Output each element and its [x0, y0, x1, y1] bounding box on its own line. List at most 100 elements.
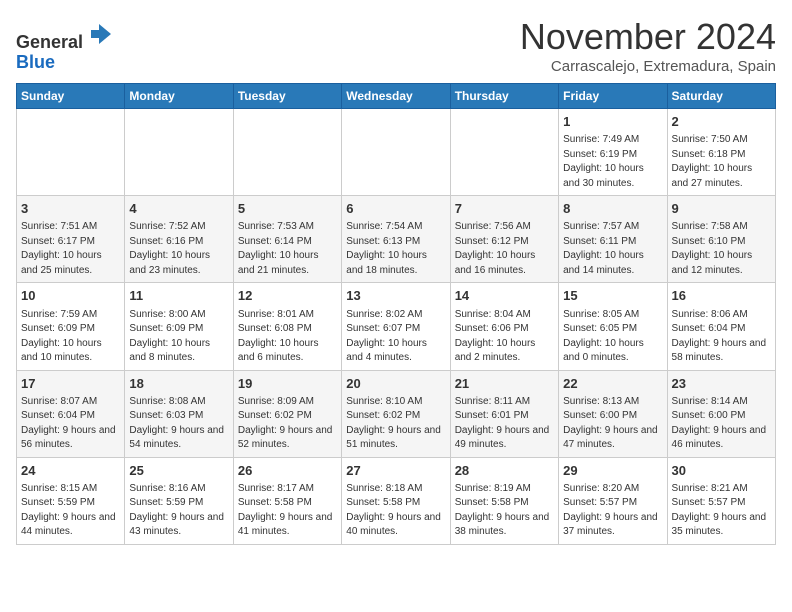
calendar-title: November 2024 — [520, 16, 776, 58]
day-cell: 19 Sunrise: 8:09 AMSunset: 6:02 PMDayligh… — [233, 370, 341, 457]
day-cell: 11Sunrise: 8:00 AMSunset: 6:09 PMDayligh… — [125, 283, 233, 370]
day-cell — [17, 109, 125, 196]
day-cell: 15 Sunrise: 8:05 AMSunset: 6:05 PMDayligh… — [559, 283, 667, 370]
day-info: Sunrise: 7:56 AMSunset: 6:12 PMDaylight:… — [455, 220, 554, 278]
day-info: Sunrise: 8:08 AMSunset: 6:03 PMDaylight:… — [129, 395, 228, 453]
header-wednesday: Wednesday — [342, 84, 450, 109]
day-number: 8 — [563, 200, 662, 218]
header-friday: Friday — [559, 84, 667, 109]
day-number: 20 — [346, 375, 445, 393]
day-cell: 9Sunrise: 7:58 AMSunset: 6:10 PMDaylight… — [667, 196, 775, 283]
day-cell: 12 Sunrise: 8:01 AMSunset: 6:08 PMDayligh… — [233, 283, 341, 370]
day-cell: 2 Sunrise: 7:50 AMSunset: 6:18 PMDaylight… — [667, 109, 775, 196]
day-info: Sunrise: 7:51 AMSunset: 6:17 PMDaylight:… — [21, 220, 120, 278]
day-cell: 10 Sunrise: 7:59 AMSunset: 6:09 PMDayligh… — [17, 283, 125, 370]
day-number: 4 — [129, 200, 228, 218]
day-info: Sunrise: 8:09 AMSunset: 6:02 PMDaylight:… — [238, 395, 337, 453]
day-info: Sunrise: 7:52 AMSunset: 6:16 PMDaylight:… — [129, 220, 228, 278]
day-cell: 25Sunrise: 8:16 AMSunset: 5:59 PMDayligh… — [125, 457, 233, 544]
day-cell: 22Sunrise: 8:13 AMSunset: 6:00 PMDayligh… — [559, 370, 667, 457]
day-cell: 7 Sunrise: 7:56 AMSunset: 6:12 PMDaylight… — [450, 196, 558, 283]
day-cell: 24Sunrise: 8:15 AMSunset: 5:59 PMDayligh… — [17, 457, 125, 544]
day-info: Sunrise: 7:59 AMSunset: 6:09 PMDaylight:… — [21, 308, 120, 366]
day-number: 23 — [672, 375, 771, 393]
week-row-3: 17 Sunrise: 8:07 AMSunset: 6:04 PMDayligh… — [17, 370, 776, 457]
day-info: Sunrise: 8:21 AMSunset: 5:57 PMDaylight:… — [672, 482, 771, 540]
calendar-header: SundayMondayTuesdayWednesdayThursdayFrid… — [17, 84, 776, 109]
day-info: Sunrise: 8:13 AMSunset: 6:00 PMDaylight:… — [563, 395, 662, 453]
day-info: Sunrise: 8:18 AMSunset: 5:58 PMDaylight:… — [346, 482, 445, 540]
calendar-table: SundayMondayTuesdayWednesdayThursdayFrid… — [16, 83, 776, 545]
calendar-subtitle: Carrascalejo, Extremadura, Spain — [520, 58, 776, 75]
day-number: 11 — [129, 287, 228, 305]
day-number: 5 — [238, 200, 337, 218]
day-info: Sunrise: 8:20 AMSunset: 5:57 PMDaylight:… — [563, 482, 662, 540]
day-number: 1 — [563, 113, 662, 131]
day-info: Sunrise: 7:50 AMSunset: 6:18 PMDaylight:… — [672, 133, 771, 191]
day-number: 7 — [455, 200, 554, 218]
day-cell: 4 Sunrise: 7:52 AMSunset: 6:16 PMDaylight… — [125, 196, 233, 283]
day-cell: 13 Sunrise: 8:02 AMSunset: 6:07 PMDayligh… — [342, 283, 450, 370]
day-info: Sunrise: 8:04 AMSunset: 6:06 PMDaylight:… — [455, 308, 554, 366]
day-cell: 3 Sunrise: 7:51 AMSunset: 6:17 PMDaylight… — [17, 196, 125, 283]
day-cell: 21Sunrise: 8:11 AMSunset: 6:01 PMDayligh… — [450, 370, 558, 457]
day-number: 3 — [21, 200, 120, 218]
header-tuesday: Tuesday — [233, 84, 341, 109]
day-info: Sunrise: 7:58 AMSunset: 6:10 PMDaylight:… — [672, 220, 771, 278]
day-number: 24 — [21, 462, 120, 480]
day-cell — [125, 109, 233, 196]
day-info: Sunrise: 8:17 AMSunset: 5:58 PMDaylight:… — [238, 482, 337, 540]
day-cell: 26 Sunrise: 8:17 AMSunset: 5:58 PMDayligh… — [233, 457, 341, 544]
day-info: Sunrise: 8:02 AMSunset: 6:07 PMDaylight:… — [346, 308, 445, 366]
day-cell — [233, 109, 341, 196]
day-info: Sunrise: 7:54 AMSunset: 6:13 PMDaylight:… — [346, 220, 445, 278]
day-number: 2 — [672, 113, 771, 131]
day-number: 13 — [346, 287, 445, 305]
logo-general: General — [16, 32, 83, 52]
day-cell: 16 Sunrise: 8:06 AMSunset: 6:04 PMDayligh… — [667, 283, 775, 370]
page-header: General Blue November 2024 Carrascalejo,… — [16, 16, 776, 75]
day-info: Sunrise: 8:14 AMSunset: 6:00 PMDaylight:… — [672, 395, 771, 453]
day-cell: 29Sunrise: 8:20 AMSunset: 5:57 PMDayligh… — [559, 457, 667, 544]
day-number: 18 — [129, 375, 228, 393]
logo-blue: Blue — [16, 52, 55, 72]
header-sunday: Sunday — [17, 84, 125, 109]
day-info: Sunrise: 8:07 AMSunset: 6:04 PMDaylight:… — [21, 395, 120, 453]
day-info: Sunrise: 7:57 AMSunset: 6:11 PMDaylight:… — [563, 220, 662, 278]
day-cell: 18 Sunrise: 8:08 AMSunset: 6:03 PMDayligh… — [125, 370, 233, 457]
week-row-2: 10 Sunrise: 7:59 AMSunset: 6:09 PMDayligh… — [17, 283, 776, 370]
day-cell — [342, 109, 450, 196]
day-number: 19 — [238, 375, 337, 393]
day-cell — [450, 109, 558, 196]
day-number: 10 — [21, 287, 120, 305]
day-cell: 23 Sunrise: 8:14 AMSunset: 6:00 PMDayligh… — [667, 370, 775, 457]
logo: General Blue — [16, 20, 113, 73]
day-number: 30 — [672, 462, 771, 480]
day-cell: 28 Sunrise: 8:19 AMSunset: 5:58 PMDayligh… — [450, 457, 558, 544]
day-number: 12 — [238, 287, 337, 305]
day-info: Sunrise: 8:05 AMSunset: 6:05 PMDaylight:… — [563, 308, 662, 366]
day-info: Sunrise: 8:06 AMSunset: 6:04 PMDaylight:… — [672, 308, 771, 366]
day-info: Sunrise: 8:11 AMSunset: 6:01 PMDaylight:… — [455, 395, 554, 453]
week-row-0: 1Sunrise: 7:49 AMSunset: 6:19 PMDaylight… — [17, 109, 776, 196]
day-number: 14 — [455, 287, 554, 305]
day-cell: 30 Sunrise: 8:21 AMSunset: 5:57 PMDayligh… — [667, 457, 775, 544]
header-thursday: Thursday — [450, 84, 558, 109]
day-number: 28 — [455, 462, 554, 480]
day-cell: 14 Sunrise: 8:04 AMSunset: 6:06 PMDayligh… — [450, 283, 558, 370]
day-number: 26 — [238, 462, 337, 480]
day-number: 17 — [21, 375, 120, 393]
day-info: Sunrise: 7:53 AMSunset: 6:14 PMDaylight:… — [238, 220, 337, 278]
logo-icon — [85, 20, 113, 48]
day-info: Sunrise: 8:19 AMSunset: 5:58 PMDaylight:… — [455, 482, 554, 540]
day-number: 15 — [563, 287, 662, 305]
day-number: 16 — [672, 287, 771, 305]
week-row-1: 3 Sunrise: 7:51 AMSunset: 6:17 PMDaylight… — [17, 196, 776, 283]
day-info: Sunrise: 8:10 AMSunset: 6:02 PMDaylight:… — [346, 395, 445, 453]
day-number: 6 — [346, 200, 445, 218]
day-cell: 8 Sunrise: 7:57 AMSunset: 6:11 PMDaylight… — [559, 196, 667, 283]
day-cell: 6 Sunrise: 7:54 AMSunset: 6:13 PMDaylight… — [342, 196, 450, 283]
day-cell: 17 Sunrise: 8:07 AMSunset: 6:04 PMDayligh… — [17, 370, 125, 457]
header-row: SundayMondayTuesdayWednesdayThursdayFrid… — [17, 84, 776, 109]
day-info: Sunrise: 8:01 AMSunset: 6:08 PMDaylight:… — [238, 308, 337, 366]
